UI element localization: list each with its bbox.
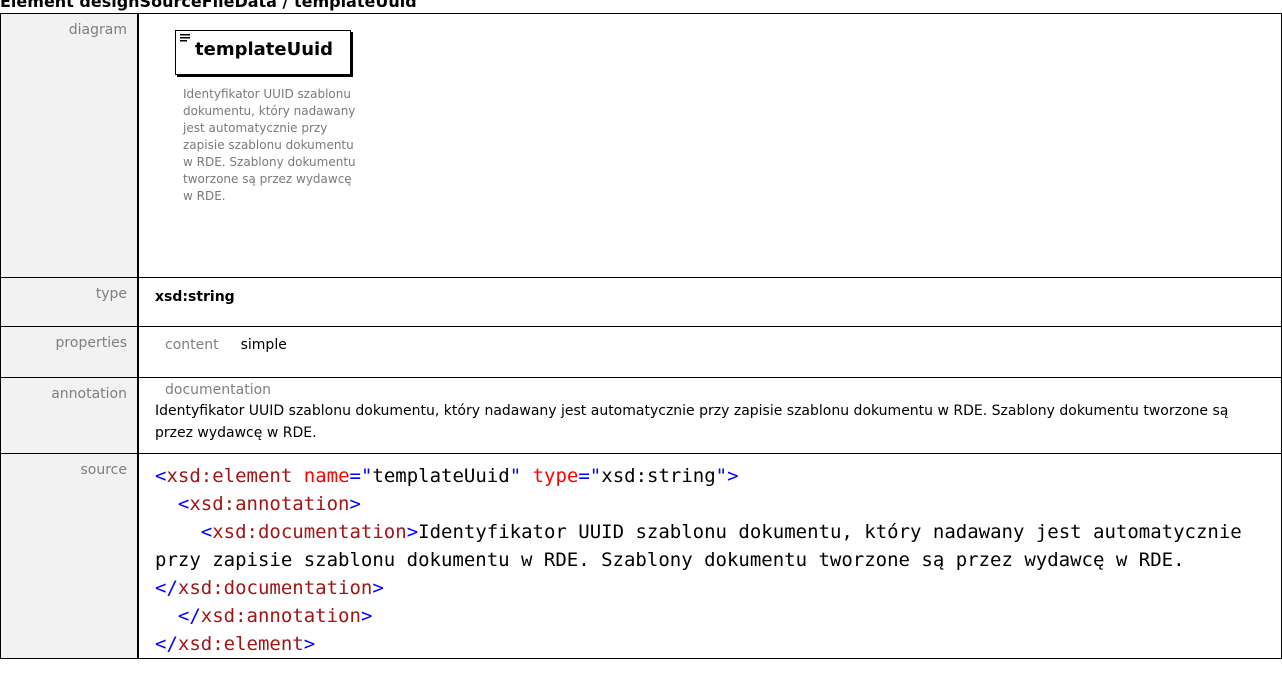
type-row: type xsd:string [0, 277, 1282, 327]
properties-row: properties content simple [0, 326, 1282, 378]
source-token-tag: xsd:annotation [200, 605, 361, 627]
source-token-bracket: </ [155, 577, 178, 599]
source-label: source [0, 453, 139, 659]
source-row: source <xsd:element name="templateUuid" … [0, 453, 1282, 659]
source-token-bracket: </ [155, 633, 178, 655]
documentation-lines-icon [180, 34, 190, 42]
source-token-text [521, 465, 532, 487]
source-token-bracket: > [372, 577, 384, 599]
source-token-bracket: > [406, 521, 419, 543]
source-token-val: templateUuid [372, 465, 510, 487]
source-token-bracket: " [509, 465, 522, 487]
source-token-text [155, 605, 178, 627]
annotation-text: Identyfikator UUID szablonu dokumentu, k… [155, 403, 1229, 441]
source-token-bracket: > [349, 493, 361, 515]
type-value: xsd:string [155, 289, 235, 305]
source-token-text [292, 465, 303, 487]
page-heading: Element designSourceFileData / templateU… [0, 0, 417, 11]
source-token-tag: xsd:documentation [212, 521, 407, 543]
source-cell: <xsd:element name="templateUuid" type="x… [137, 453, 1282, 659]
annotation-cell: documentation Identyfikator UUID szablon… [137, 377, 1282, 454]
diagram-documentation-text: Identyfikator UUID szablonu dokumentu, k… [183, 87, 356, 203]
source-token-attr: type [532, 465, 579, 487]
source-token-bracket: > [303, 633, 316, 655]
source-token-bracket: </ [177, 605, 201, 627]
type-label: type [0, 277, 139, 327]
source-token-text [155, 493, 178, 515]
diagram-row: diagram templateUuid Identyfikator UUID … [0, 13, 1282, 278]
diagram-cell: templateUuid Identyfikator UUID szablonu… [137, 13, 1282, 278]
diagram-label: diagram [0, 13, 139, 278]
source-token-bracket: < [155, 465, 167, 487]
document-page: Element designSourceFileData / templateU… [0, 0, 1282, 700]
source-token-tag: xsd:annotation [189, 493, 350, 515]
property-value: simple [240, 337, 287, 353]
property-key: content [165, 337, 219, 353]
diagram-element-name: templateUuid [195, 39, 334, 60]
source-token-bracket: "> [715, 465, 739, 487]
annotation-heading: documentation [165, 382, 272, 398]
source-token-val: xsd:string [601, 465, 716, 487]
annotation-row: annotation documentation Identyfikator U… [0, 377, 1282, 454]
source-token-bracket: > [360, 605, 373, 627]
source-token-text [155, 521, 201, 543]
annotation-label: annotation [0, 377, 139, 454]
source-code-block: <xsd:element name="templateUuid" type="x… [139, 454, 1279, 658]
element-diagram-box[interactable]: templateUuid [175, 30, 351, 75]
element-details-table: diagram templateUuid Identyfikator UUID … [0, 13, 1282, 659]
type-cell: xsd:string [137, 277, 1282, 327]
source-token-tag: xsd:element [177, 633, 304, 655]
source-token-bracket: < [177, 493, 190, 515]
properties-label: properties [0, 326, 139, 378]
source-token-bracket: < [200, 521, 213, 543]
source-token-tag: xsd:documentation [177, 577, 373, 599]
source-token-tag: xsd:element [166, 465, 293, 487]
source-token-bracket: =" [578, 465, 602, 487]
source-token-attr: name [303, 465, 350, 487]
properties-cell: content simple [137, 326, 1282, 378]
source-token-bracket: =" [349, 465, 373, 487]
